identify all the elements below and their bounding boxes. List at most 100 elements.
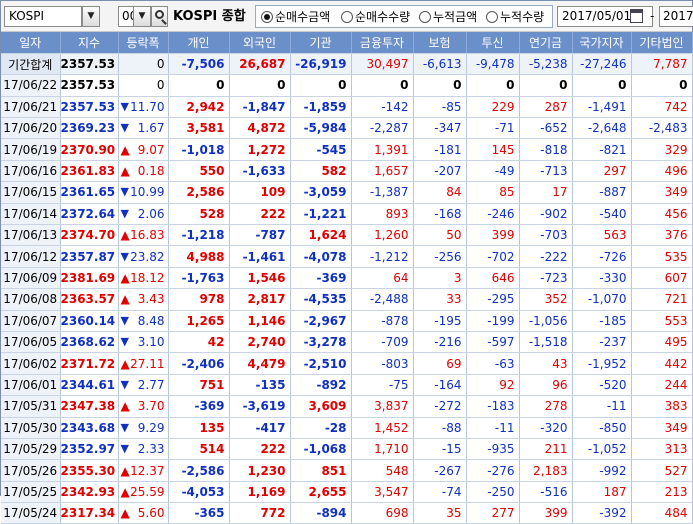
change-cell: ▼ 11.70 [118,96,169,119]
radio-net-buy-quantity[interactable]: 순매수수량 [341,8,410,26]
table-row[interactable]: 17/06/13 2374.70 ▲ 16.83 -1,218 -787 1,624 1,26… [1,224,693,247]
institution-cell: -1,221 [290,203,352,226]
arrow-up-icon: ▲ [120,228,130,243]
table-row[interactable]: 17/06/19 2370.90 ▲ 9.07 -1,018 1,272 -545 1,391… [1,138,693,161]
column-header[interactable]: 투신 [466,32,520,54]
date-cell: 17/05/24 [1,502,61,524]
arrow-down-icon: ▼ [120,99,129,113]
search-button[interactable] [151,6,168,27]
change-cell: ▼ 2.06 [118,203,169,226]
table-row[interactable]: 17/06/02 2371.72 ▲ 27.11 -2,406 4,479 -2,510 -8… [1,352,693,375]
table-row[interactable]: 17/06/01 2344.61 ▼ 2.77 751 -135 -892 -75 -164 92… [1,374,693,397]
institution-cell: -2,967 [290,310,352,332]
trust-cell: 277 [466,502,520,524]
individual-cell: 978 [168,288,230,311]
change-value: 2.33 [137,442,165,457]
radio-icon [486,11,498,23]
table-row[interactable]: 17/05/25 2342.93 ▲ 25.59 -4,053 1,169 2,655 3,5… [1,481,693,504]
market-dropdown-button[interactable]: ▼ [82,6,100,27]
insurance-cell: -6,613 [413,53,467,76]
column-header[interactable]: 기타법인 [631,32,693,54]
insurance-cell: -256 [413,245,467,268]
institution-cell: -369 [290,267,352,290]
date-cell: 17/06/08 [1,288,61,311]
column-header[interactable]: 기관 [290,32,352,54]
column-header[interactable]: 외국인 [229,32,291,54]
table-row[interactable]: 17/06/21 2357.53 ▼ 11.70 2,942 -1,847 -1,859 -1… [1,96,693,119]
change-value: 27.11 [130,356,165,371]
column-header[interactable]: 일자 [1,32,61,54]
column-header[interactable]: 보험 [413,32,467,54]
index-cell: 2371.72 [60,352,119,375]
column-header[interactable]: 금융투자 [351,32,414,54]
table-row[interactable]: 17/05/31 2347.38 ▲ 3.70 -369 -3,619 3,609 3,837… [1,395,693,418]
table-row[interactable]: 기간합계 2357.53 0 -7,506 26,687 -26,919 30,497 -6,… [1,53,693,76]
institution-cell: 2,655 [290,481,352,504]
pension-cell: -1,056 [519,310,573,332]
toolbar: KOSPI ▼ 001 ▼ KOSPI 종합 순매수금액 순매수수량 누적금액 … [1,1,693,32]
date-cell: 17/06/15 [1,181,61,204]
change-value: 0.18 [137,164,165,179]
table-row[interactable]: 17/05/29 2352.97 ▼ 2.33 514 222 -1,068 1,710 -15… [1,438,693,461]
nation-cell: -887 [572,181,632,204]
foreign-cell: 109 [229,181,291,204]
index-cell: 2363.57 [60,288,119,311]
institution-cell: -892 [290,374,352,397]
date-cell: 17/06/02 [1,352,61,375]
other-corp-cell: 213 [631,481,693,504]
end-date-input[interactable]: 2017/ [659,6,693,27]
table-row[interactable]: 17/05/30 2343.68 ▼ 9.29 135 -417 -28 1,452 -88 -1… [1,417,693,439]
column-header[interactable]: 개인 [168,32,230,54]
other-corp-cell: 484 [631,502,693,524]
fin-invest-cell: 1,452 [351,417,414,439]
table-row[interactable]: 17/06/20 2369.23 ▼ 1.67 3,581 4,872 -5,984 -2,2… [1,117,693,140]
index-cell: 2361.83 [60,160,119,183]
other-corp-cell: 383 [631,395,693,418]
table-row[interactable]: 17/05/26 2355.30 ▲ 12.37 -2,586 1,230 851 548 -2… [1,459,693,482]
institution-cell: -1,859 [290,96,352,119]
nation-cell: -1,491 [572,96,632,119]
column-header[interactable]: 지수 [60,32,119,54]
individual-cell: -365 [168,502,230,524]
table-row[interactable]: 17/06/08 2363.57 ▲ 3.43 978 2,817 -4,535 -2,488… [1,288,693,311]
index-cell: 2357.53 [60,74,119,97]
table-row[interactable]: 17/06/15 2361.65 ▼ 10.99 2,586 109 -3,059 -1,38… [1,181,693,204]
arrow-down-icon: ▼ [120,121,129,135]
code-dropdown-button[interactable]: ▼ [133,6,151,27]
institution-cell: 582 [290,160,352,183]
individual-cell: 0 [168,74,230,97]
table-row[interactable]: 17/06/16 2361.83 ▲ 0.18 550 -1,633 582 1,657 -20… [1,160,693,183]
table-row[interactable]: 17/06/14 2372.64 ▼ 2.06 528 222 -1,221 893 -168-… [1,203,693,226]
trust-cell: -295 [466,288,520,311]
table-row[interactable]: 17/05/24 2317.34 ▲ 5.60 -365 772 -894 698 35 277 3… [1,502,693,524]
other-corp-cell: 742 [631,96,693,119]
table-row[interactable]: 17/06/05 2368.62 ▼ 3.10 42 2,740 -3,278 -709 -21… [1,331,693,354]
table-row[interactable]: 17/06/22 2357.53 0 0 0 0 0 0 0 0 0 0 [1,74,693,97]
foreign-cell: 1,169 [229,481,291,504]
date-cell: 17/06/09 [1,267,61,290]
radio-cumulative-amount[interactable]: 누적금액 [419,8,477,26]
change-value: 11.70 [130,99,165,114]
date-cell: 17/05/30 [1,417,61,439]
radio-cumulative-quantity[interactable]: 누적수량 [486,8,544,26]
change-cell: ▼ 23.82 [118,245,169,268]
date-cell: 17/06/13 [1,224,61,247]
table-row[interactable]: 17/06/12 2357.87 ▼ 23.82 4,988 -1,461 -4,078 -1… [1,245,693,268]
index-cell: 2357.87 [60,245,119,268]
radio-net-buy-amount[interactable]: 순매수금액 [261,8,330,26]
index-cell: 2357.53 [60,53,119,76]
fin-invest-cell: 1,260 [351,224,414,247]
fin-invest-cell: -1,212 [351,245,414,268]
market-select[interactable]: KOSPI [4,6,82,27]
insurance-cell: -216 [413,331,467,354]
column-header[interactable]: 연기금 [519,32,573,54]
table-row[interactable]: 17/06/07 2360.14 ▼ 8.48 1,265 1,146 -2,967 -878… [1,310,693,332]
fin-invest-cell: -2,488 [351,288,414,311]
column-header[interactable]: 등락폭 [118,32,169,54]
date-cell: 17/05/31 [1,395,61,418]
table-row[interactable]: 17/06/09 2381.69 ▲ 18.12 -1,763 1,546 -369 64 3 6… [1,267,693,290]
calendar-icon[interactable] [630,9,643,23]
foreign-cell: -417 [229,417,291,439]
date-cell: 17/06/19 [1,138,61,161]
column-header[interactable]: 국가지자 [572,32,632,54]
